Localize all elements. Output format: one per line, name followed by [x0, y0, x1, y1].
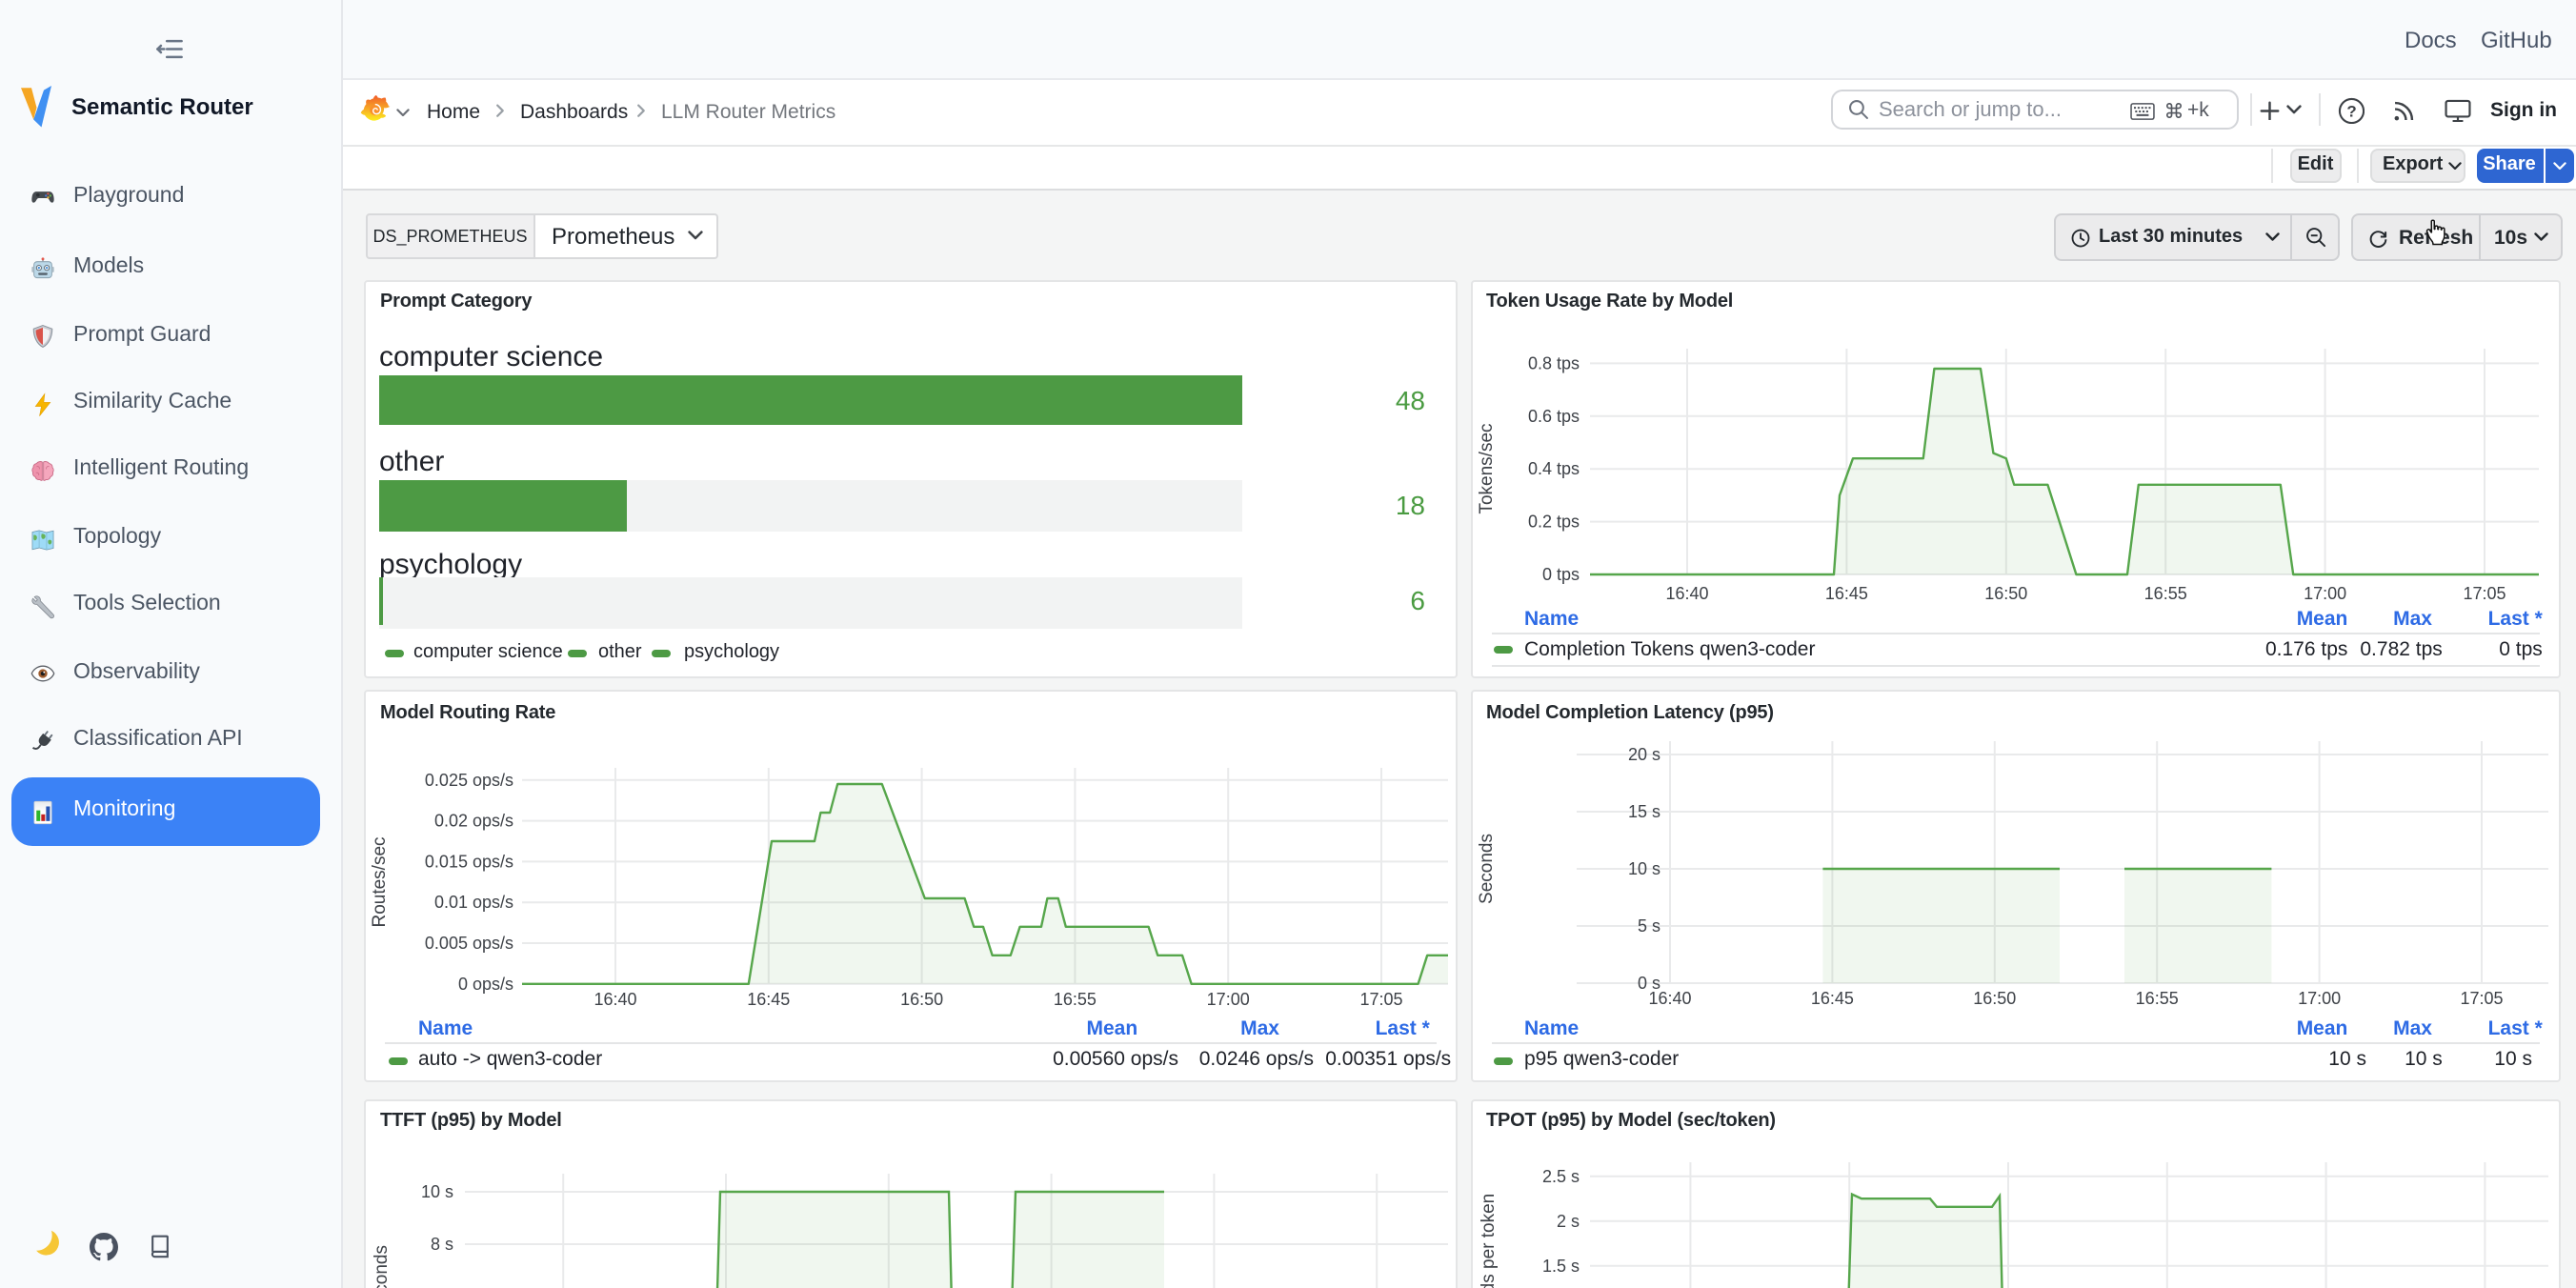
svg-text:17:05: 17:05 [2462, 583, 2505, 602]
svg-text:0.025 ops/s: 0.025 ops/s [425, 771, 513, 790]
svg-text:0.02 ops/s: 0.02 ops/s [434, 812, 513, 831]
svg-text:0 ops/s: 0 ops/s [458, 975, 513, 994]
svg-text:20 s: 20 s [1627, 745, 1660, 764]
svg-text:16:45: 16:45 [1824, 583, 1867, 602]
svg-text:0.8 tps: 0.8 tps [1527, 352, 1579, 372]
svg-text:8 s: 8 s [431, 1234, 453, 1253]
svg-text:16:55: 16:55 [2135, 989, 2178, 1008]
svg-text:Seconds: Seconds [372, 1244, 392, 1288]
svg-text:16:50: 16:50 [1972, 989, 2015, 1008]
svg-text:15 s: 15 s [1627, 802, 1660, 821]
svg-text:17:00: 17:00 [2303, 583, 2345, 602]
svg-text:Seconds per token: Seconds per token [1478, 1193, 1498, 1288]
svg-text:17:05: 17:05 [2459, 989, 2502, 1008]
svg-text:?: ? [2345, 102, 2355, 120]
svg-text:16:55: 16:55 [2143, 583, 2186, 602]
svg-text:Seconds: Seconds [1476, 834, 1496, 904]
svg-text:0.2 tps: 0.2 tps [1527, 512, 1579, 531]
svg-text:17:05: 17:05 [1359, 990, 1402, 1009]
svg-text:0.6 tps: 0.6 tps [1527, 406, 1579, 425]
svg-text:5 s: 5 s [1637, 916, 1660, 936]
svg-text:16:50: 16:50 [900, 990, 943, 1009]
svg-text:10 s: 10 s [421, 1181, 453, 1200]
svg-text:0.005 ops/s: 0.005 ops/s [425, 934, 513, 953]
svg-text:17:00: 17:00 [1207, 990, 1250, 1009]
svg-text:0 tps: 0 tps [1541, 564, 1579, 583]
svg-text:Tokens/sec: Tokens/sec [1476, 422, 1496, 513]
svg-text:16:50: 16:50 [1983, 583, 2026, 602]
svg-text:2.5 s: 2.5 s [1541, 1166, 1579, 1185]
svg-text:0.015 ops/s: 0.015 ops/s [425, 852, 513, 871]
svg-text:16:40: 16:40 [594, 990, 636, 1009]
svg-text:17:00: 17:00 [2297, 989, 2340, 1008]
svg-text:2 s: 2 s [1556, 1211, 1579, 1230]
svg-text:16:40: 16:40 [1664, 583, 1707, 602]
svg-text:10 s: 10 s [1627, 859, 1660, 878]
svg-text:16:40: 16:40 [1647, 989, 1690, 1008]
svg-text:Routes/sec: Routes/sec [370, 836, 390, 927]
svg-text:0.01 ops/s: 0.01 ops/s [434, 893, 513, 912]
svg-text:16:45: 16:45 [1810, 989, 1853, 1008]
svg-text:0.4 tps: 0.4 tps [1527, 458, 1579, 477]
svg-text:1.5 s: 1.5 s [1541, 1256, 1579, 1275]
svg-text:16:55: 16:55 [1054, 990, 1097, 1009]
svg-text:16:45: 16:45 [747, 990, 790, 1009]
